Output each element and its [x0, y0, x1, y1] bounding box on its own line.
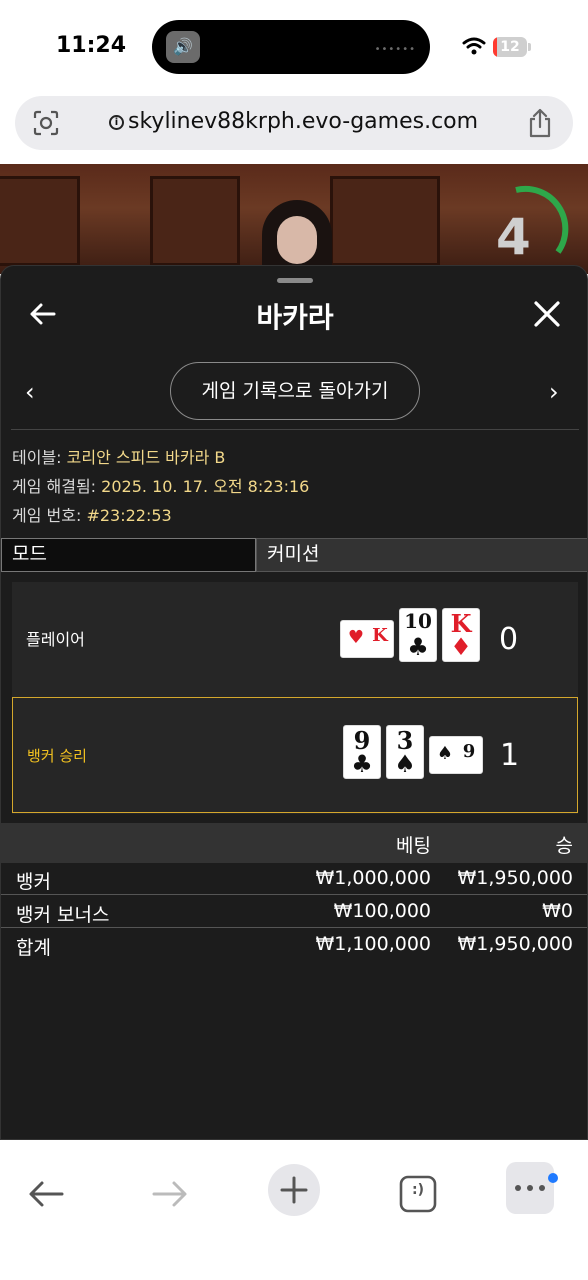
- card-suit: ♠: [394, 750, 416, 778]
- live-video: 4: [0, 164, 588, 274]
- forward-icon[interactable]: [144, 1168, 196, 1220]
- info-value: 코리안 스피드 바카라 B: [66, 448, 226, 467]
- banker-label: 뱅커 승리: [27, 747, 87, 765]
- playing-card: 3 ♠: [386, 725, 424, 779]
- wifi-icon: [462, 37, 486, 55]
- dealer-face: [277, 216, 317, 264]
- url-value: skylinev88krph.evo-games.com: [128, 109, 479, 134]
- win-amount: ₩1,950,000: [457, 867, 573, 889]
- more-icon: [515, 1185, 545, 1191]
- battery-tip: [528, 43, 531, 51]
- status-bar: 11:24 🔊 •••••• 12: [0, 0, 588, 95]
- player-label: 플레이어: [26, 630, 85, 649]
- bet-table-header: 베팅 승: [1, 823, 587, 863]
- browser-toolbar: :): [0, 1140, 588, 1280]
- url-text[interactable]: i skylinev88krph.evo-games.com: [109, 109, 478, 134]
- playing-card: 10 ♣: [399, 608, 437, 662]
- tab-count-label: :): [412, 1182, 424, 1198]
- playing-card: K ♥: [340, 620, 394, 658]
- table-row: 뱅커 ₩1,000,000 ₩1,950,000: [1, 863, 587, 895]
- playing-card: 9 ♣: [343, 725, 381, 779]
- banker-row: 뱅커 승리 9 ♣ 3 ♠ 9 ♠ 1: [12, 697, 578, 813]
- card-suit: ♣: [351, 750, 373, 778]
- resolved-info: 게임 해결됨: 2025. 10. 17. 오전 8:23:16: [12, 473, 309, 497]
- table-row: 뱅커 보너스 ₩100,000 ₩0: [1, 896, 587, 928]
- tab-mode[interactable]: 모드: [1, 538, 256, 572]
- bet-name: 합계: [16, 937, 51, 959]
- player-score: 0: [499, 622, 519, 657]
- card-rank: K: [372, 625, 388, 646]
- win-column-header: 승: [555, 835, 573, 857]
- countdown-number: 4: [496, 208, 531, 266]
- card-rank: 10: [404, 609, 432, 633]
- background-panel: [0, 176, 80, 266]
- share-icon[interactable]: [527, 108, 553, 138]
- player-row: 플레이어 K ♥ 10 ♣ K ♦ 0: [12, 582, 578, 698]
- bet-name: 뱅커 보너스: [16, 904, 110, 926]
- tab-commission[interactable]: 커미션: [256, 538, 587, 572]
- next-game-chevron-icon[interactable]: ›: [549, 378, 559, 406]
- bet-column-header: 베팅: [396, 835, 431, 857]
- info-value: 2025. 10. 17. 오전 8:23:16: [101, 477, 310, 496]
- bet-amount: ₩100,000: [333, 900, 431, 922]
- dynamic-island: 🔊 ••••••: [152, 20, 430, 74]
- round-result: 플레이어 K ♥ 10 ♣ K ♦ 0 뱅커 승리 9 ♣ 3 ♠ 9 ♠ 1: [12, 582, 578, 814]
- game-history-sheet: 바카라 ‹ 게임 기록으로 돌아가기 › 테이블: 코리안 스피드 바카라 B …: [0, 265, 588, 1140]
- tab-switcher-button[interactable]: :): [392, 1168, 444, 1220]
- card-suit: ♠: [436, 743, 454, 764]
- more-menu-button[interactable]: [506, 1162, 554, 1214]
- back-icon[interactable]: [20, 1168, 72, 1220]
- win-amount: ₩0: [542, 900, 573, 922]
- info-label: 테이블:: [12, 448, 62, 467]
- table-row: 합계 ₩1,100,000 ₩1,950,000: [1, 929, 587, 961]
- info-icon[interactable]: i: [109, 115, 124, 130]
- card-suit: ♥: [347, 627, 365, 648]
- banker-score: 1: [500, 738, 520, 773]
- table-info: 테이블: 코리안 스피드 바카라 B: [12, 444, 225, 468]
- divider: [11, 429, 579, 430]
- mode-tabs: 모드 커미션: [1, 538, 587, 572]
- lens-icon[interactable]: [33, 110, 59, 136]
- playing-card: K ♦: [442, 608, 480, 662]
- playing-card: 9 ♠: [429, 736, 483, 774]
- background-panel: [150, 176, 240, 266]
- info-label: 게임 해결됨:: [12, 477, 97, 496]
- notification-dot: [548, 1173, 558, 1183]
- close-icon[interactable]: [531, 298, 563, 330]
- card-rank: 9: [462, 741, 476, 762]
- bet-amount: ₩1,100,000: [315, 933, 431, 955]
- status-time: 11:24: [56, 33, 127, 58]
- activity-dots: ••••••: [374, 44, 416, 55]
- win-amount: ₩1,950,000: [457, 933, 573, 955]
- address-bar[interactable]: i skylinev88krph.evo-games.com: [15, 96, 573, 150]
- info-label: 게임 번호:: [12, 506, 82, 525]
- background-panel: [330, 176, 440, 266]
- card-suit: ♣: [407, 633, 429, 661]
- sheet-grabber[interactable]: [277, 278, 313, 283]
- game-number-info: 게임 번호: #23:22:53: [12, 502, 172, 526]
- info-value: #23:22:53: [86, 506, 172, 525]
- back-to-history-button[interactable]: 게임 기록으로 돌아가기: [170, 362, 420, 420]
- previous-game-chevron-icon[interactable]: ‹: [25, 378, 35, 406]
- battery-icon: 12: [493, 37, 527, 57]
- card-suit: ♦: [450, 633, 472, 661]
- battery-percent: 12: [500, 39, 520, 55]
- speaker-icon: 🔊: [166, 31, 200, 63]
- bet-name: 뱅커: [16, 871, 51, 893]
- bet-amount: ₩1,000,000: [315, 867, 431, 889]
- sheet-title: 바카라: [256, 301, 334, 334]
- plus-icon: [280, 1176, 308, 1204]
- new-tab-button[interactable]: [268, 1164, 320, 1216]
